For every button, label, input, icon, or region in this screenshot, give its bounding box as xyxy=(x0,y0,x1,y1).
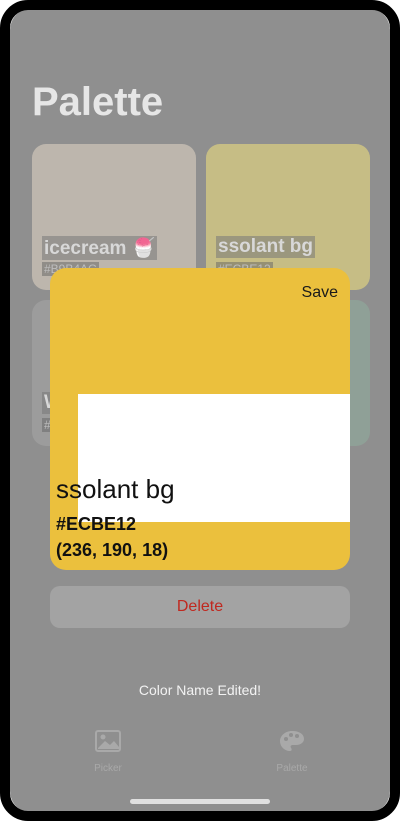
color-tile-name: ssolant bg xyxy=(216,236,316,258)
delete-button[interactable]: Delete xyxy=(50,586,350,628)
tab-palette[interactable]: Palette xyxy=(252,730,332,776)
app-screen: Palette icecream 🍧 #B9B4AC ssolant bg #E… xyxy=(10,8,390,813)
tab-palette-label: Palette xyxy=(276,763,308,774)
tab-picker[interactable]: Picker xyxy=(68,730,148,776)
phone: Palette icecream 🍧 #B9B4AC ssolant bg #E… xyxy=(0,0,400,821)
palette-icon xyxy=(280,731,304,751)
color-name: ssolant bg xyxy=(56,474,175,504)
save-button[interactable]: Save xyxy=(302,284,338,302)
color-tile-name: icecream 🍧 xyxy=(42,236,158,260)
color-rgb: (236, 190, 18) xyxy=(56,540,169,560)
color-hex: #ECBE12 xyxy=(56,514,137,534)
home-indicator xyxy=(130,799,270,804)
page-title: Palette xyxy=(32,80,164,124)
toast-message: Color Name Edited! xyxy=(138,682,262,698)
color-editor-card: Save ssolant bg #ECBE12 (236, 190, 18) xyxy=(50,268,350,570)
tab-picker-label: Picker xyxy=(94,763,122,774)
image-icon xyxy=(95,730,121,752)
